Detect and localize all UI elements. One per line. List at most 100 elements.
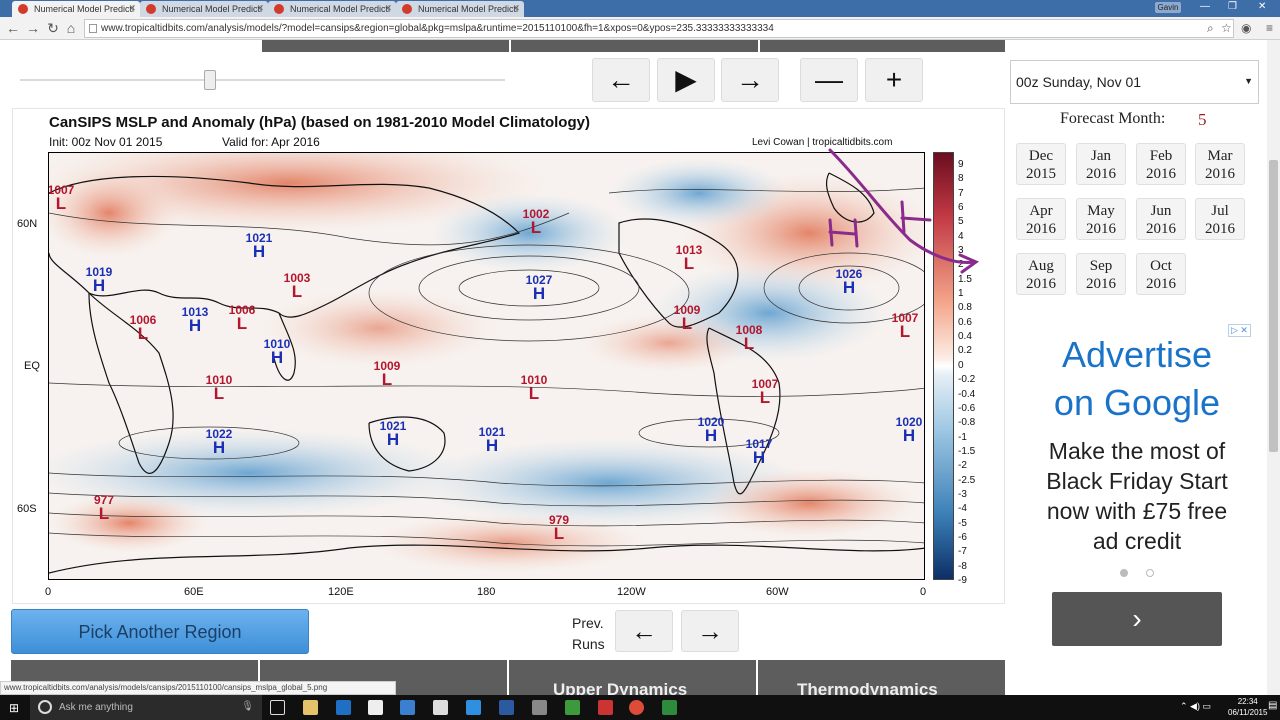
forecast-month-button[interactable]: Apr 2016 — [1016, 198, 1066, 240]
latitude-label: EQ — [24, 360, 40, 372]
page-info-icon[interactable] — [89, 24, 97, 33]
longitude-label: 120E — [328, 586, 354, 598]
taskbar-search[interactable]: Ask me anything 🎙 — [30, 695, 262, 720]
close-tab-icon[interactable]: ✕ — [128, 3, 136, 14]
close-tab-icon[interactable]: ✕ — [512, 3, 520, 14]
forward-icon[interactable]: → — [24, 20, 42, 36]
low-pressure-center: 1008 L — [729, 323, 769, 352]
previous-run-button[interactable]: ← — [615, 610, 673, 652]
extension-icon[interactable]: ◉ — [1241, 21, 1251, 35]
low-pressure-center: 1002 L — [516, 207, 556, 237]
app-icon[interactable] — [565, 700, 580, 715]
colorbar-tick-label: -7 — [958, 546, 967, 558]
forecast-month-button[interactable]: Aug 2016 — [1016, 253, 1066, 295]
colorbar-tick-label: 0.8 — [958, 302, 972, 314]
forecast-month-button[interactable]: Oct 2016 — [1136, 253, 1186, 295]
close-tab-icon[interactable]: ✕ — [384, 3, 392, 14]
microphone-icon[interactable]: 🎙 — [241, 701, 254, 712]
app-icon[interactable] — [598, 700, 613, 715]
app-icon[interactable] — [499, 700, 514, 715]
forecast-month-button[interactable]: Jan 2016 — [1076, 143, 1126, 185]
calendar-icon[interactable] — [433, 700, 448, 715]
longitude-label: 0 — [920, 586, 927, 598]
colorbar-tick-label: -5 — [958, 517, 967, 529]
onedrive-icon[interactable] — [400, 700, 415, 715]
next-run-button[interactable]: → — [681, 610, 739, 652]
maximize-icon[interactable]: ❐ — [1228, 1, 1237, 12]
ad-next-button[interactable]: › — [1052, 592, 1222, 646]
bookmark-star-icon[interactable]: ☆ — [1221, 21, 1232, 35]
notifications-icon[interactable]: ▤ — [1268, 700, 1277, 711]
carousel-dot[interactable] — [1146, 569, 1154, 577]
zoom-in-button[interactable]: + — [865, 58, 923, 102]
latitude-label: 60S — [17, 503, 37, 515]
previous-frame-button[interactable]: ← — [592, 58, 650, 102]
ad-headline: on Google — [1053, 382, 1221, 423]
scrollbar-thumb[interactable] — [1269, 160, 1278, 452]
month-name: Apr — [1029, 203, 1053, 219]
colorbar-tick-label: -2 — [958, 460, 967, 472]
edge-icon[interactable] — [336, 700, 351, 715]
month-year: 2016 — [1026, 276, 1056, 292]
run-date-select[interactable]: 00z Sunday, Nov 01 ▼ — [1010, 60, 1259, 104]
address-bar[interactable]: www.tropicaltidbits.com/analysis/models/… — [84, 19, 1234, 38]
forecast-month-button[interactable]: Jun 2016 — [1136, 198, 1186, 240]
play-button[interactable]: ▶ — [657, 58, 715, 102]
next-frame-button[interactable]: → — [721, 58, 779, 102]
carousel-dot[interactable] — [1120, 569, 1128, 577]
close-window-icon[interactable]: ✕ — [1258, 1, 1266, 12]
nav-upper-dynamics[interactable]: Upper Dynamics — [553, 680, 687, 695]
menu-icon[interactable]: ≡ — [1266, 21, 1273, 35]
pressure-symbol: H — [92, 276, 106, 295]
profile-badge[interactable]: Gavin — [1155, 2, 1181, 13]
mslp-anomaly-map[interactable]: 1007 L 1021 H 1019 H 1003 L 1006 L 1013 H 1006 L 1010 H… — [48, 152, 925, 580]
forecast-month-button[interactable]: Jul 2016 — [1195, 198, 1245, 240]
browser-tab[interactable]: Numerical Model Predicti ✕ — [396, 1, 524, 17]
browser-tab[interactable]: Numerical Model Predicti ✕ — [12, 1, 140, 17]
month-name: Jul — [1211, 203, 1229, 219]
task-view-icon[interactable] — [270, 700, 285, 715]
forecast-month-button[interactable]: Dec 2015 — [1016, 143, 1066, 185]
pressure-symbol: L — [530, 218, 542, 237]
pressure-symbol: L — [213, 384, 225, 403]
forecast-month-button[interactable]: Feb 2016 — [1136, 143, 1186, 185]
longitude-label: 0 — [45, 586, 52, 598]
pressure-symbol: L — [236, 314, 248, 333]
back-icon[interactable]: ← — [4, 20, 22, 36]
high-pressure-center: 1022 H — [199, 427, 239, 456]
month-year: 2016 — [1026, 221, 1056, 237]
colorbar-tick-label: -1 — [958, 431, 967, 443]
forecast-month-button[interactable]: May 2016 — [1076, 198, 1126, 240]
pressure-symbol: L — [681, 314, 693, 333]
app-icon[interactable] — [662, 700, 677, 715]
chrome-icon[interactable] — [629, 700, 644, 715]
minimize-icon[interactable]: — — [1200, 1, 1210, 12]
reload-icon[interactable]: ↻ — [44, 20, 62, 37]
file-explorer-icon[interactable] — [303, 700, 318, 715]
close-tab-icon[interactable]: ✕ — [256, 3, 264, 14]
settings-icon[interactable] — [466, 700, 481, 715]
nav-thermodynamics[interactable]: Thermodynamics — [797, 680, 938, 695]
search-icon[interactable]: ⌕ — [1207, 21, 1214, 36]
app-icon[interactable] — [532, 700, 547, 715]
forecast-slider-handle[interactable] — [204, 70, 216, 90]
zoom-out-button[interactable]: — — [800, 58, 858, 102]
tab-title: Numerical Model Predicti — [162, 4, 263, 14]
windows-start-icon[interactable]: ⊞ — [9, 701, 19, 715]
store-icon[interactable] — [368, 700, 383, 715]
browser-tab[interactable]: Numerical Model Predicti ✕ — [268, 1, 396, 17]
home-icon[interactable]: ⌂ — [62, 20, 80, 36]
month-year: 2016 — [1205, 166, 1235, 182]
forecast-month-button[interactable]: Sep 2016 — [1076, 253, 1126, 295]
month-name: May — [1087, 203, 1115, 219]
status-bar-url: www.tropicaltidbits.com/analysis/models/… — [0, 681, 396, 695]
system-clock[interactable]: 22:34 06/11/2015 — [1228, 696, 1267, 718]
low-pressure-center: 1007 L — [49, 183, 81, 212]
pick-region-button[interactable]: Pick Another Region — [11, 609, 309, 654]
forecast-slider-track[interactable] — [20, 79, 505, 81]
browser-tab[interactable]: Numerical Model Predicti ✕ — [140, 1, 268, 17]
tray-icons[interactable]: ⌃ ◀) ▭ — [1180, 701, 1211, 712]
month-year: 2016 — [1086, 166, 1116, 182]
forecast-month-button[interactable]: Mar 2016 — [1195, 143, 1245, 185]
tab-title: Numerical Model Predicti — [290, 4, 391, 14]
